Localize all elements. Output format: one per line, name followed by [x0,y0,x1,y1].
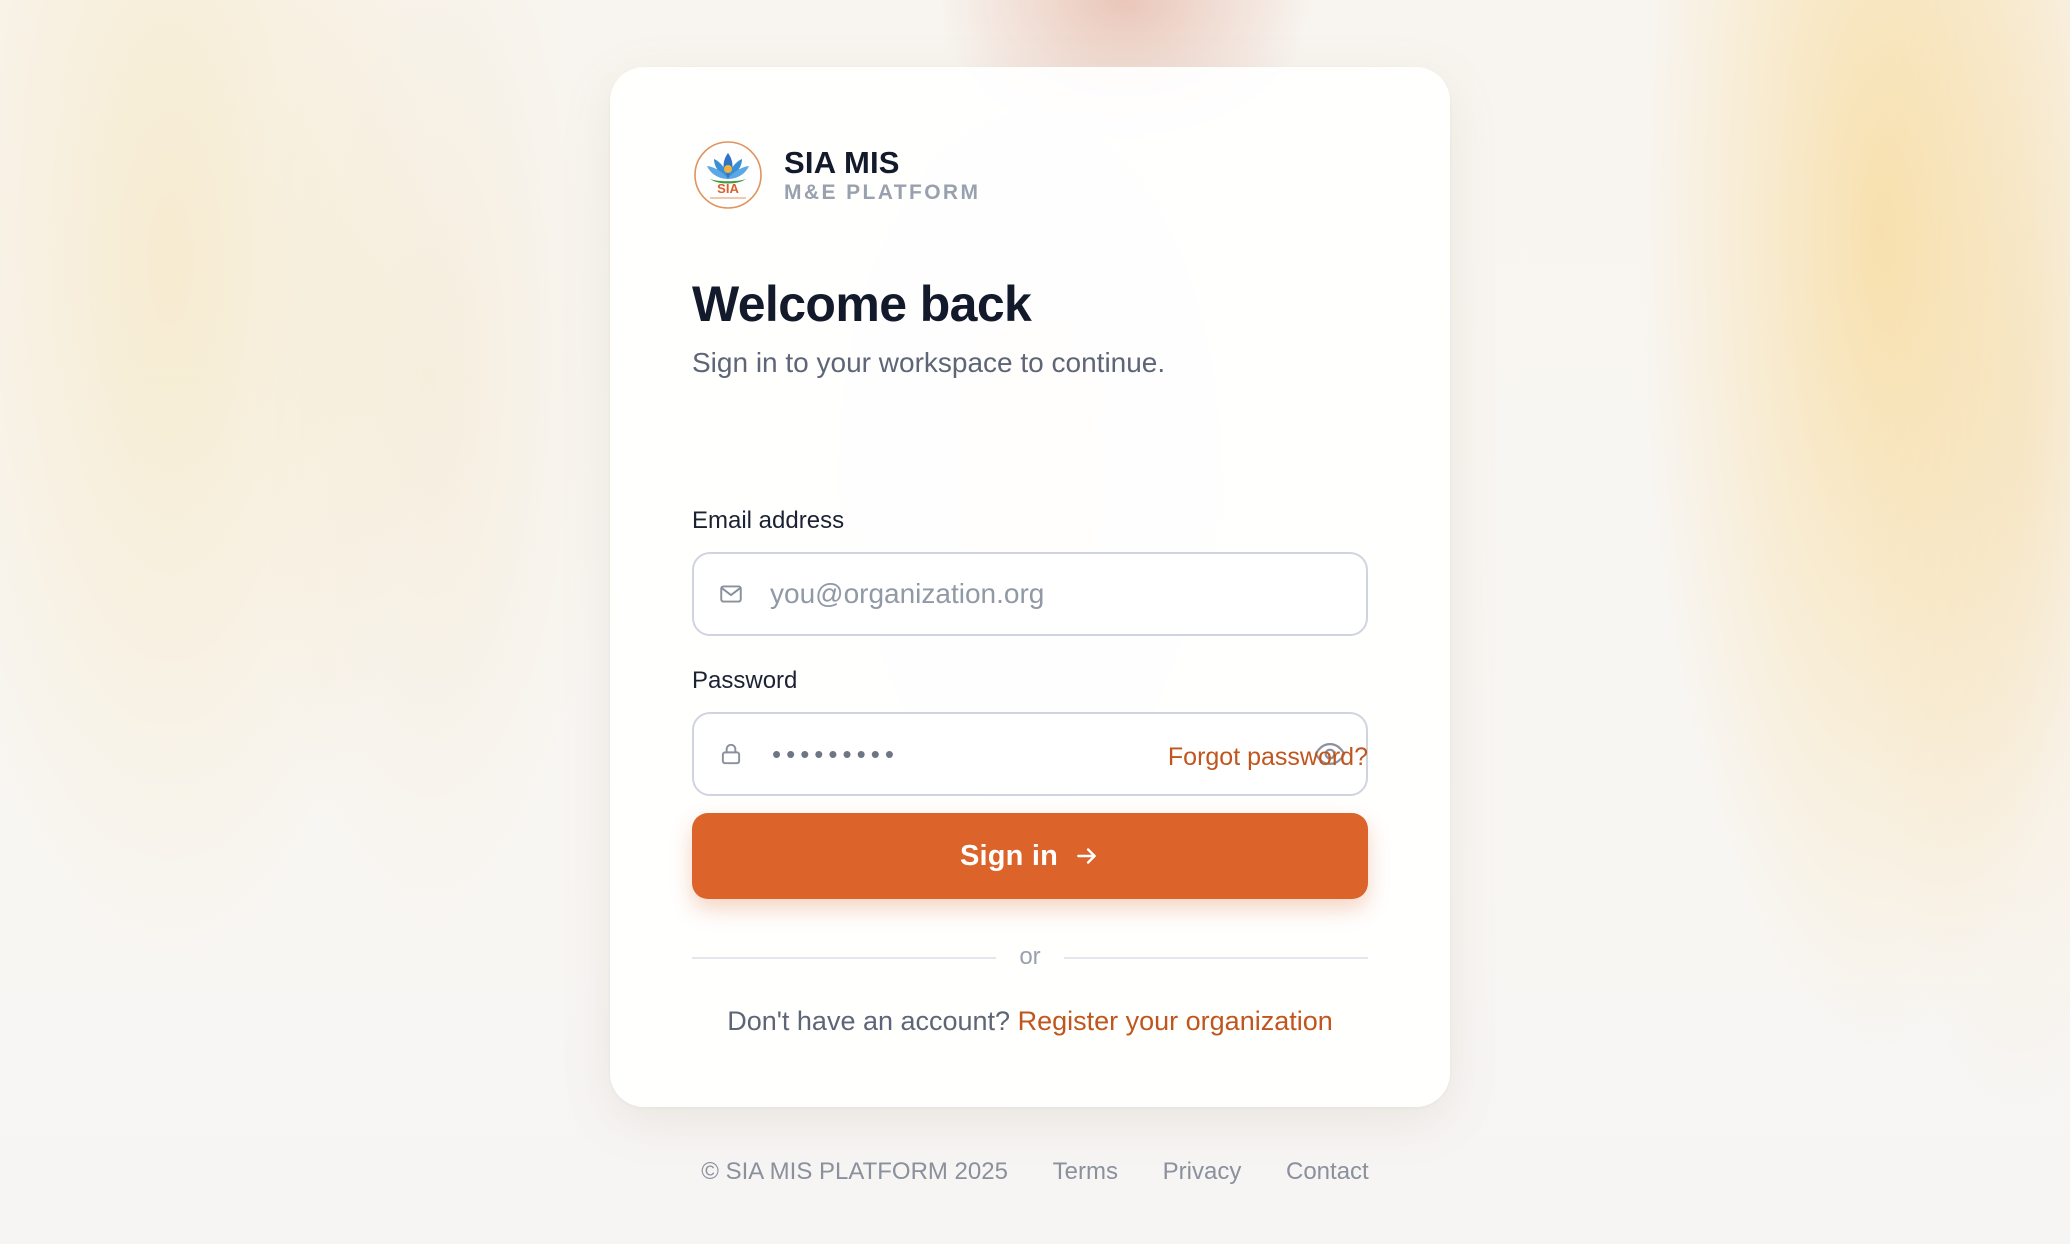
footer-link-privacy[interactable]: Privacy [1163,1156,1242,1188]
register-prompt: Don't have an account? [727,1006,1011,1036]
lotus-logo-icon: SIA [694,141,762,209]
or-divider: or [692,937,1368,977]
brand-subtitle: M&E PLATFORM [784,181,981,204]
sign-in-button[interactable]: Sign in [692,813,1368,899]
footer-link-terms[interactable]: Terms [1053,1156,1118,1188]
password-input[interactable]: ••••••••• [772,738,899,770]
register-row: Don't have an account? Register your org… [692,1003,1368,1039]
mail-icon [720,585,742,603]
logo-text: SIA [717,181,739,196]
login-card: SIA SIA MIS M&E PLATFORM Welcome back Si… [610,67,1450,1107]
lock-icon [721,743,741,765]
brand-text: SIA MIS M&E PLATFORM [784,144,980,206]
forgot-password-link[interactable]: Forgot password? [1168,741,1368,773]
page-title: Welcome back [692,276,1032,332]
brand-name: SIA MIS [784,145,900,180]
footer-link-contact[interactable]: Contact [1286,1156,1369,1188]
email-label: Email address [692,507,845,534]
email-input[interactable] [770,554,1290,634]
page-subtitle: Sign in to your workspace to continue. [692,347,1166,378]
arrow-right-icon [1077,848,1096,864]
brand-header: SIA SIA MIS M&E PLATFORM [692,139,980,211]
password-label: Password [692,667,798,694]
footer-copyright: © SIA MIS PLATFORM 2025 [701,1158,1008,1185]
sign-in-label: Sign in [959,839,1059,872]
footer: © SIA MIS PLATFORM 2025 Terms Privacy Co… [0,1156,2070,1188]
divider-line-right [1064,957,1368,959]
email-field[interactable] [692,552,1368,636]
register-link[interactable]: Register your organization [1018,1006,1333,1036]
